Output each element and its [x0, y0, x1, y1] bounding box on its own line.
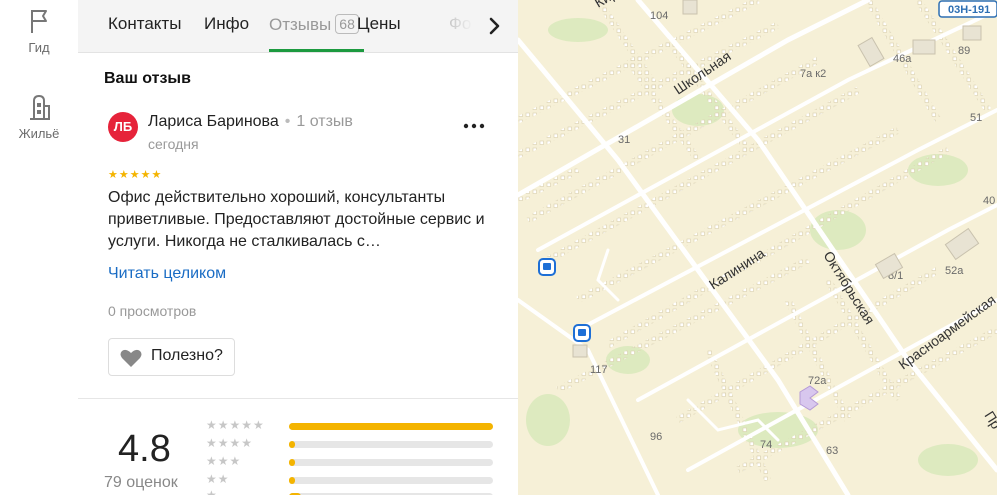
- left-rail: Гид Жильё: [0, 0, 79, 495]
- road-number-badge: 03Н-191: [938, 0, 997, 18]
- house-number: 52а: [945, 265, 964, 277]
- house-number: 96: [650, 431, 662, 443]
- distribution-bar-fill: [289, 441, 296, 448]
- house-number: 31: [618, 134, 630, 146]
- review-author: Лариса Баринова • 1 отзыв: [148, 113, 353, 131]
- bus-stop-icon[interactable]: [573, 324, 591, 342]
- more-options-icon[interactable]: [462, 118, 486, 134]
- house-number: 7а к2: [800, 68, 826, 80]
- rating-distribution-row: ★: [206, 488, 496, 495]
- house-number: 117: [590, 364, 608, 376]
- house-number: 74: [760, 439, 772, 451]
- useful-button-label: Полезно?: [151, 347, 223, 364]
- heart-icon: [120, 349, 142, 367]
- building-icon: [30, 94, 50, 120]
- distribution-bar-track: [289, 459, 493, 466]
- review-text: Офис действительно хороший, консультанты…: [108, 189, 485, 250]
- rating-distribution-row: ★★★: [206, 454, 496, 469]
- tab-bar: Контакты Инфо Отзывы68 Цены Фо: [78, 0, 518, 53]
- divider: [78, 398, 518, 399]
- map-view[interactable]: Кир Школьная Калинина Октябрьская Красно…: [518, 0, 997, 495]
- house-number: 72а: [808, 375, 827, 387]
- active-tab-indicator: [269, 49, 364, 52]
- distribution-stars: ★★★★: [206, 436, 254, 450]
- review-stars: ★★★★★: [108, 169, 163, 181]
- distribution-stars: ★★★★★: [206, 418, 265, 432]
- distribution-bar-fill: [289, 423, 493, 430]
- tab-fade: [424, 0, 474, 52]
- house-number: 46а: [893, 53, 912, 65]
- rating-distribution-row: ★★★★: [206, 436, 496, 451]
- distribution-stars: ★★: [206, 472, 230, 486]
- tab-contacts[interactable]: Контакты: [108, 14, 181, 34]
- street-label: Пр: [981, 408, 997, 432]
- rail-item-guide[interactable]: Гид: [0, 6, 78, 55]
- read-more-link[interactable]: Читать целиком: [108, 265, 226, 283]
- tab-prices[interactable]: Цены: [357, 14, 401, 34]
- tab-info[interactable]: Инфо: [204, 14, 249, 34]
- tab-reviews[interactable]: Отзывы 68: [269, 14, 359, 35]
- rating-distribution-row: ★★: [206, 472, 496, 487]
- house-number: 89: [958, 45, 970, 57]
- house-number: 104: [650, 10, 668, 22]
- distribution-stars: ★: [206, 488, 218, 495]
- house-number: 63: [826, 445, 838, 457]
- avatar[interactable]: ЛБ: [108, 112, 138, 142]
- organization-panel: Контакты Инфо Отзывы68 Цены Фо Ваш отзыв…: [78, 0, 518, 495]
- chevron-right-icon[interactable]: [482, 14, 506, 38]
- map-canvas[interactable]: Кир Школьная Калинина Октябрьская Красно…: [518, 0, 997, 495]
- rail-item-label: Жильё: [18, 126, 60, 141]
- distribution-bar-fill: [289, 459, 296, 466]
- distribution-bar-track: [289, 441, 493, 448]
- tab-reviews-label: Отзывы: [269, 15, 332, 34]
- rail-item-label: Гид: [28, 40, 50, 55]
- section-title: Ваш отзыв: [104, 70, 191, 87]
- rating-distribution-row: ★★★★★: [206, 418, 496, 433]
- author-review-count: 1 отзыв: [296, 113, 353, 130]
- distribution-stars: ★★★: [206, 454, 242, 468]
- review-date: сегодня: [148, 136, 199, 152]
- house-number: 51: [970, 112, 982, 124]
- green-areas: [526, 18, 978, 476]
- tab-reviews-count: 68: [335, 14, 359, 34]
- distribution-bar-fill: [289, 477, 296, 484]
- rating-value: 4.8: [118, 428, 171, 470]
- separator-dot: •: [284, 113, 291, 130]
- flag-icon: [31, 10, 47, 33]
- author-name[interactable]: Лариса Баринова: [148, 113, 279, 130]
- building-rows: [518, 0, 997, 482]
- rating-count: 79 оценок: [104, 474, 178, 491]
- bus-stop-icon[interactable]: [538, 258, 556, 276]
- house-number: 40: [983, 195, 995, 207]
- road-number-label: 03Н-191: [948, 4, 990, 16]
- distribution-bar-track: [289, 477, 493, 484]
- distribution-bar-track: [289, 423, 493, 430]
- rail-item-housing[interactable]: Жильё: [0, 92, 78, 141]
- useful-button[interactable]: Полезно?: [108, 338, 235, 376]
- views-count: 0 просмотров: [108, 303, 197, 319]
